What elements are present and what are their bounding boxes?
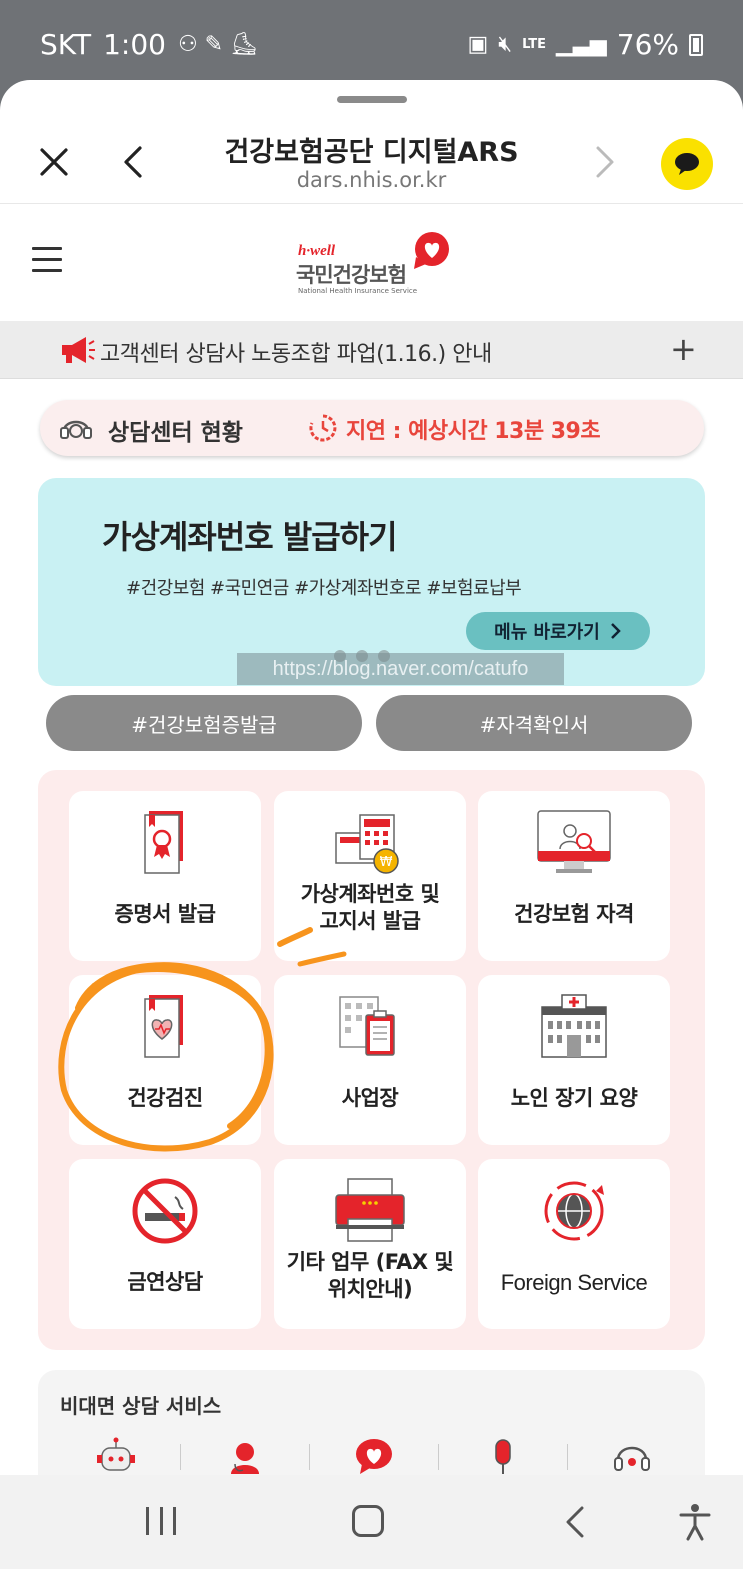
globe-icon [544, 1181, 604, 1241]
sim-icon: ▣ [467, 32, 489, 57]
contactless-title: 비대면 상담 서비스 [60, 1394, 222, 1418]
headset-icon[interactable] [610, 1436, 654, 1475]
banner-button-label: 메뉴 바로가기 [494, 622, 600, 643]
separator [309, 1444, 310, 1470]
accessibility-icon[interactable] [678, 1503, 712, 1541]
status-right: ▣ 🔇︎ LTE ▁▃▅ 76% [467, 28, 703, 61]
separator [180, 1444, 181, 1470]
menu-label: 증명서 발급 [114, 902, 216, 926]
menu-label: 금연상담 [127, 1270, 203, 1294]
tag-eligibility-cert[interactable]: #자격확인서 [376, 695, 692, 751]
drag-handle[interactable] [337, 96, 407, 103]
blog-watermark: https://blog.naver.com/catufo [237, 653, 564, 685]
menu-eligibility[interactable]: 건강보험 자격 [478, 791, 670, 961]
menu-long-term-care[interactable]: 노인 장기 요양 [478, 975, 670, 1145]
status-bar: SKT 1:00 ⚇ ✎ ⛸ ▣ 🔇︎ LTE ▁▃▅ 76% [0, 0, 743, 82]
lte-indicator: LTE [522, 36, 546, 52]
menu-workplace[interactable]: 사업장 [274, 975, 466, 1145]
fax-icon [335, 1178, 405, 1242]
certificate-icon [144, 811, 183, 874]
forward-icon[interactable] [590, 144, 620, 180]
logo-name-kr: 국민건강보험 [296, 263, 407, 287]
consult-status-label: 상담센터 현황 [108, 420, 243, 446]
battery-percent: 76% [616, 28, 679, 61]
notice-text[interactable]: 고객센터 상담사 노동조합 파업(1.16.) 안내 [100, 336, 492, 368]
system-nav-bar [0, 1475, 743, 1569]
signal-icon: ▁▃▅ [556, 32, 607, 57]
page-title: 건강보험공단 디지털ARS [224, 137, 519, 168]
banner-menu-button[interactable]: 메뉴 바로가기 [466, 612, 650, 650]
logo-name-en: National Health Insurance Service [298, 287, 418, 295]
menu-label-line2: 위치안내) [327, 1277, 413, 1301]
logo-brand: h·well [298, 243, 336, 259]
consult-status-value: 지연 : 예상시간 13분 39초 [346, 419, 601, 444]
menu-label: 가상계좌번호 및고지서 발급 [274, 881, 466, 935]
hospital-icon [541, 994, 607, 1058]
separator [567, 1444, 568, 1470]
contactless-icons [94, 1436, 654, 1475]
notice-bar[interactable]: 고객센터 상담사 노동조합 파업(1.16.) 안내 + [0, 321, 743, 379]
menu-other-services[interactable]: 기타 업무 (FAX 및위치안내) [274, 1159, 466, 1329]
tag-health-card[interactable]: #건강보험증발급 [46, 695, 362, 751]
browser-sheet: 건강보험공단 디지털ARS dars.nhis.or.kr h·well 국민건… [0, 80, 743, 1475]
menu-label-line2: 고지서 발급 [319, 909, 421, 933]
banner-title: 가상계좌번호 발급하기 [102, 518, 398, 556]
megaphone-icon [62, 337, 95, 363]
menu-grid: 증명서 발급 ₩ 가상계좌번호 및고지서 발급 건강보험 자격 건강검진 사업장… [38, 770, 705, 1350]
nhis-logo[interactable]: h·well 국민건강보험 National Health Insurance … [296, 229, 456, 299]
status-left: SKT 1:00 ⚇ ✎ ⛸ [40, 28, 258, 61]
heart-logo-icon [414, 232, 449, 269]
menu-label: 노인 장기 요양 [510, 1086, 638, 1110]
chat-bubble-icon [675, 153, 699, 175]
clock: 1:00 [103, 28, 166, 61]
expand-icon[interactable]: + [670, 333, 697, 365]
consultant-icon[interactable] [223, 1436, 267, 1475]
menu-icon[interactable] [32, 247, 62, 273]
timer-icon [309, 414, 337, 442]
chatbot-icon[interactable] [94, 1436, 138, 1475]
kakaotalk-button[interactable] [661, 138, 713, 190]
menu-health-checkup[interactable]: 건강검진 [69, 975, 261, 1145]
menu-label-line1: 가상계좌번호 및 [300, 882, 440, 906]
menu-label: 건강보험 자격 [514, 902, 634, 926]
heart-chat-icon[interactable] [352, 1436, 396, 1475]
menu-foreign-service[interactable]: Foreign Service [478, 1159, 670, 1329]
notification-icon: ⚇ ✎ ⛸ [177, 32, 259, 57]
svg-text:₩: ₩ [380, 855, 393, 870]
health-checkup-icon [144, 995, 183, 1058]
menu-label-line1: 기타 업무 (FAX 및 [286, 1250, 454, 1274]
menu-label: Foreign Service [500, 1270, 648, 1295]
carrier-label: SKT [40, 28, 92, 61]
banner-tags: #건강보험 #국민연금 #가상계좌번호로 #보험료납부 [126, 578, 522, 599]
menu-smoking-cessation[interactable]: 금연상담 [69, 1159, 261, 1329]
battery-icon [689, 33, 703, 56]
menu-certificate[interactable]: 증명서 발급 [69, 791, 261, 961]
workplace-icon [339, 996, 395, 1056]
microphone-icon[interactable] [481, 1436, 525, 1475]
back-nav-icon[interactable] [562, 1505, 590, 1539]
eligibility-icon [537, 810, 611, 873]
contactless-panel: 비대면 상담 서비스 [38, 1370, 705, 1475]
mute-icon: 🔇︎ [498, 32, 513, 57]
menu-label: 기타 업무 (FAX 및위치안내) [274, 1249, 466, 1303]
recent-apps-icon[interactable] [146, 1507, 176, 1535]
menu-label: 건강검진 [127, 1086, 203, 1110]
virtual-account-icon: ₩ [335, 814, 399, 874]
headset-icon [60, 420, 92, 439]
home-icon[interactable] [352, 1505, 384, 1537]
consult-status-bar: 상담센터 현황 지연 : 예상시간 13분 39초 [40, 400, 704, 456]
menu-virtual-account[interactable]: ₩ 가상계좌번호 및고지서 발급 [274, 791, 466, 961]
menu-label: 사업장 [341, 1086, 399, 1110]
separator [438, 1444, 439, 1470]
page-url: dars.nhis.or.kr [296, 168, 447, 192]
chevron-right-icon [610, 623, 621, 639]
browser-toolbar: 건강보험공단 디지털ARS dars.nhis.or.kr [0, 110, 743, 204]
no-smoking-icon [132, 1178, 198, 1244]
site-header: h·well 국민건강보험 National Health Insurance … [0, 205, 743, 320]
